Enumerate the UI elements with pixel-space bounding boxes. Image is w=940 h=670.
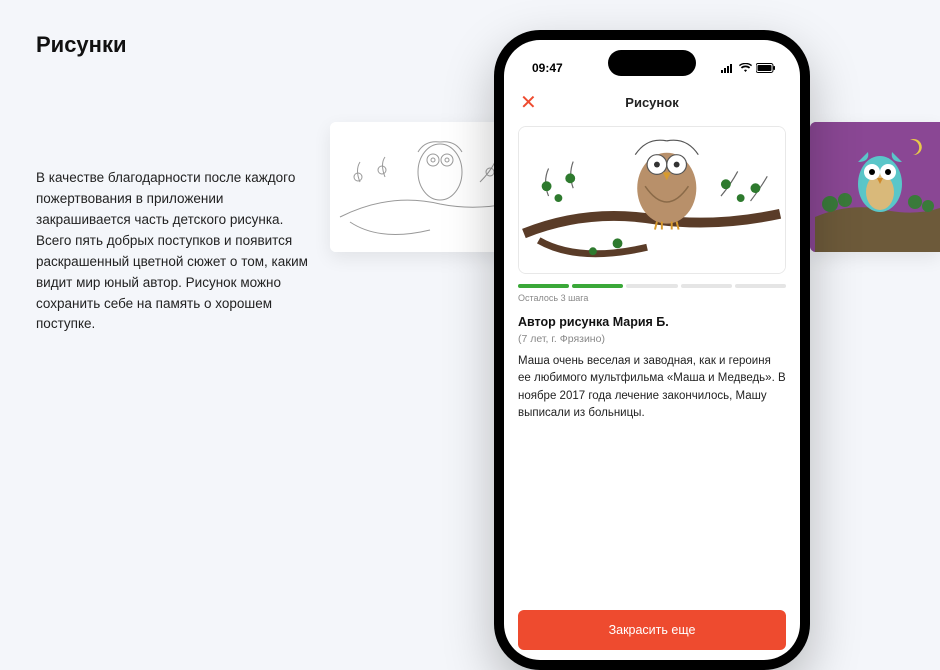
progress-segment <box>572 284 623 288</box>
author-title: Автор рисунка Мария Б. <box>518 315 786 329</box>
progress-segment <box>735 284 786 288</box>
page-title: Рисунки <box>36 32 316 58</box>
progress-segment <box>626 284 677 288</box>
owl-drawing-icon <box>519 127 785 273</box>
wifi-icon <box>739 63 752 73</box>
page-description: В качестве благодарности после каждого п… <box>36 168 316 335</box>
dynamic-island <box>608 50 696 76</box>
author-description: Маша очень веселая и заводная, как и гер… <box>518 353 786 422</box>
owl-painted-icon <box>810 122 940 252</box>
status-time: 09:47 <box>532 61 563 75</box>
thumbnail-painted <box>810 122 940 252</box>
close-icon[interactable]: ✕ <box>520 90 540 115</box>
author-meta: (7 лет, г. Фрязино) <box>518 333 786 345</box>
phone-mockup: 09:47 ✕ Рисунок <box>494 30 810 670</box>
progress-bar <box>518 284 786 288</box>
progress-label: Осталось 3 шага <box>518 293 786 303</box>
nav-title: Рисунок <box>504 95 800 110</box>
progress-segment <box>681 284 732 288</box>
progress-segment <box>518 284 569 288</box>
drawing-preview <box>518 126 786 274</box>
paint-more-button[interactable]: Закрасить еще <box>518 610 786 650</box>
nav-bar: ✕ Рисунок <box>504 82 800 122</box>
signal-icon <box>721 63 735 73</box>
battery-icon <box>756 63 776 73</box>
